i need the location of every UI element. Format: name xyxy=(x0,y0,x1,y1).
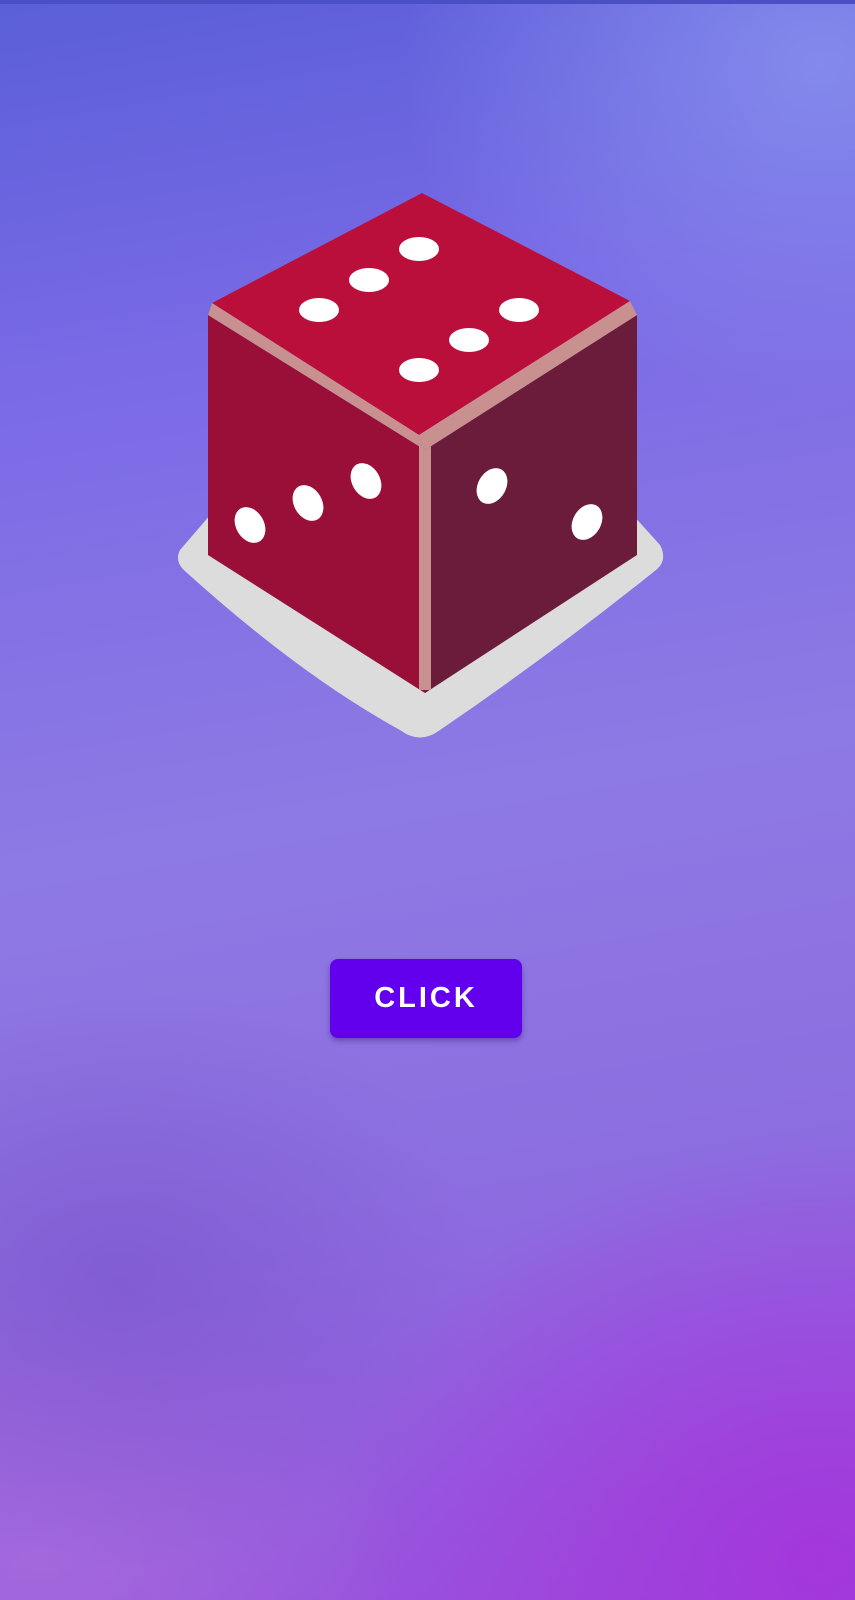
dice-image xyxy=(170,185,680,755)
pip xyxy=(449,328,489,352)
pip xyxy=(399,237,439,261)
pip xyxy=(399,358,439,382)
status-strip xyxy=(0,0,855,4)
dice-icon xyxy=(178,193,664,738)
pip xyxy=(499,298,539,322)
click-button[interactable]: CLICK xyxy=(330,959,522,1038)
pip xyxy=(349,268,389,292)
pip xyxy=(299,298,339,322)
dice-edge-vertical xyxy=(419,435,431,690)
